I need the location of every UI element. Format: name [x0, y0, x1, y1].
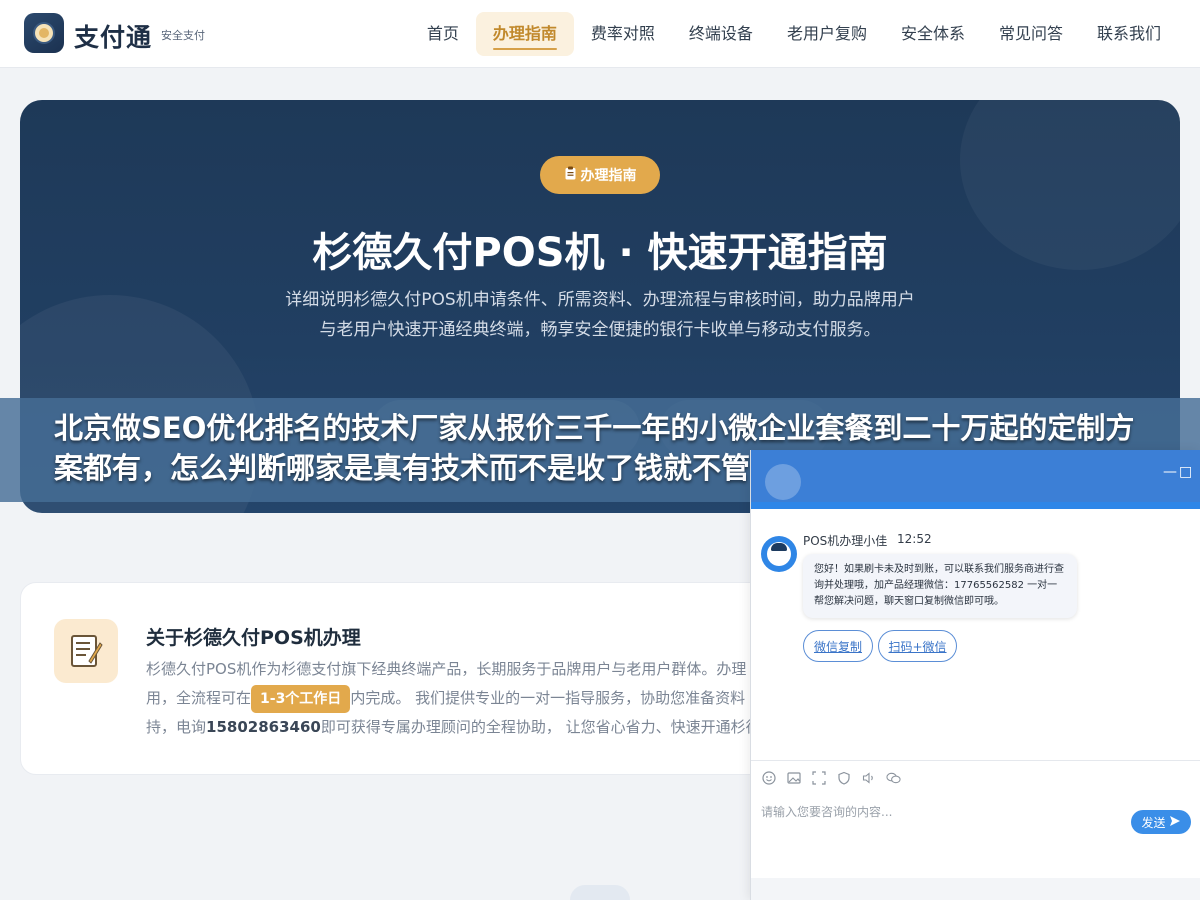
- voice-icon[interactable]: [861, 770, 876, 785]
- scroll-indicator: [570, 885, 630, 900]
- about-body: 杉德久付POS机作为杉德支付旗下经典终端产品，长期服务于品牌用户与老用户群体。办…: [146, 655, 766, 742]
- main-nav: 首页 办理指南 费率对照 终端设备 老用户复购 安全体系 常见问答 联系我们: [410, 12, 1178, 56]
- logo-icon[interactable]: [24, 13, 64, 53]
- nav-guide[interactable]: 办理指南: [475, 12, 574, 56]
- image-icon[interactable]: [786, 770, 801, 785]
- copy-wechat-button[interactable]: 微信复制: [803, 630, 873, 662]
- phone-number[interactable]: 15802863460: [206, 718, 321, 736]
- chat-widget: — □ POS机办理小佳 12:52 您好！如果刷卡未及时到账，可以联系我们服务…: [750, 450, 1200, 900]
- about-text: 内完成。 我们提供专业的一对一指导服务，协助您准备资料: [350, 689, 746, 707]
- chat-toolbar: [761, 770, 901, 785]
- brand-name[interactable]: 支付通: [74, 18, 152, 54]
- hero-description: 详细说明杉德久付POS机申请条件、所需资料、办理流程与审核时间，助力品牌用户与老…: [285, 290, 915, 340]
- chat-message-bubble: 您好！如果刷卡未及时到账，可以联系我们服务商进行查询并处理哦，加产品经理微信：1…: [803, 554, 1077, 618]
- emoji-icon[interactable]: [761, 770, 776, 785]
- about-text: 杉德久付POS机作为杉德支付旗下经典终端产品，长期服务于品牌用户与老用户群体。办…: [146, 660, 747, 678]
- agent-name: POS机办理小佳: [803, 534, 888, 548]
- chat-header: — □: [751, 450, 1200, 508]
- screenshot-icon[interactable]: [811, 770, 826, 785]
- chat-message-input[interactable]: [761, 802, 1121, 822]
- rate-icon[interactable]: [836, 770, 851, 785]
- about-title: 关于杉德久付POS机办理: [146, 627, 361, 649]
- chat-footer: [751, 878, 1200, 900]
- hero-badge: 办理指南: [540, 156, 660, 194]
- nav-faq[interactable]: 常见问答: [982, 12, 1080, 56]
- agent-avatar: [761, 536, 797, 572]
- nav-repurchase[interactable]: 老用户复购: [770, 12, 884, 56]
- chat-header-avatar: [765, 464, 801, 500]
- chat-header-strip: [751, 502, 1200, 509]
- nav-contact[interactable]: 联系我们: [1080, 12, 1178, 56]
- send-label: 发送: [1141, 815, 1166, 830]
- maximize-icon[interactable]: □: [1179, 464, 1192, 480]
- wechat-icon[interactable]: [886, 770, 901, 785]
- send-button[interactable]: 发送: [1131, 810, 1191, 834]
- chat-divider: [751, 760, 1200, 761]
- nav-home[interactable]: 首页: [410, 12, 476, 56]
- message-time: 12:52: [897, 532, 932, 546]
- scan-wechat-button[interactable]: 扫码+微信: [878, 630, 957, 662]
- nav-devices[interactable]: 终端设备: [672, 12, 770, 56]
- clipboard-icon: [564, 166, 577, 184]
- brand-tagline: 安全支付: [161, 29, 205, 42]
- nav-rates[interactable]: 费率对照: [574, 12, 672, 56]
- send-arrow-icon: [1169, 815, 1181, 830]
- hero-badge-label: 办理指南: [580, 168, 637, 184]
- nav-security[interactable]: 安全体系: [884, 12, 982, 56]
- about-text: 即可获得专属办理顾问的全程协助， 让您省心省力、快速开通杉德: [320, 718, 761, 736]
- site-header: 支付通 安全支付 首页 办理指南 费率对照 终端设备 老用户复购 安全体系 常见…: [0, 0, 1200, 68]
- hero-title: 杉德久付POS机 · 快速开通指南: [312, 230, 888, 276]
- memo-icon: [54, 619, 118, 683]
- duration-badge: 1-3个工作日: [251, 685, 351, 713]
- minimize-icon[interactable]: —: [1163, 464, 1177, 480]
- about-text: 持，电询: [146, 718, 207, 736]
- about-text: 用，全流程可在: [146, 689, 252, 707]
